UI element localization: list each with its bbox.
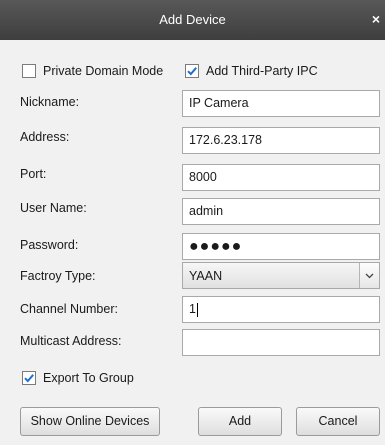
dialog-title: Add Device: [159, 12, 226, 27]
private-domain-label: Private Domain Mode: [43, 64, 164, 78]
add-button[interactable]: Add: [198, 407, 282, 436]
private-domain-checkbox[interactable]: [22, 64, 36, 78]
export-to-group-label: Export To Group: [43, 371, 134, 385]
cancel-button[interactable]: Cancel: [296, 407, 380, 436]
factory-type-label: Factroy Type:: [20, 269, 96, 283]
factory-type-value: YAAN: [189, 269, 223, 283]
nickname-label: Nickname:: [20, 95, 80, 109]
channel-number-field[interactable]: 1: [182, 296, 380, 323]
multicast-address-label: Multicast Address:: [20, 334, 122, 348]
address-label: Address:: [20, 130, 70, 144]
chevron-down-icon[interactable]: [359, 263, 379, 288]
checkmark-icon: [187, 67, 197, 76]
export-to-group-checkbox[interactable]: [22, 371, 36, 385]
add-device-dialog: Add Device × Private Domain Mode Add Thi…: [0, 0, 385, 445]
username-field[interactable]: admin: [182, 198, 380, 225]
password-label: Password:: [20, 238, 79, 252]
password-mask: ●●●●●: [189, 238, 243, 255]
close-icon[interactable]: ×: [369, 12, 383, 26]
password-field[interactable]: ●●●●●: [182, 233, 380, 260]
third-party-label: Add Third-Party IPC: [206, 64, 318, 78]
address-field[interactable]: 172.6.23.178: [182, 127, 380, 154]
port-label: Port:: [20, 167, 47, 181]
third-party-option[interactable]: Add Third-Party IPC: [185, 64, 318, 78]
private-domain-option[interactable]: Private Domain Mode: [22, 64, 163, 78]
checkmark-icon: [24, 374, 34, 383]
channel-number-label: Channel Number:: [20, 302, 118, 316]
export-to-group-option[interactable]: Export To Group: [22, 371, 134, 385]
username-label: User Name:: [20, 201, 87, 215]
nickname-field[interactable]: IP Camera: [182, 90, 380, 117]
channel-number-value: 1: [189, 302, 196, 316]
port-field[interactable]: 8000: [182, 164, 380, 191]
title-bar: Add Device ×: [0, 0, 385, 40]
multicast-address-field[interactable]: [182, 329, 380, 356]
third-party-checkbox[interactable]: [185, 64, 199, 78]
text-caret: [196, 302, 198, 317]
factory-type-select[interactable]: YAAN: [182, 262, 380, 289]
show-online-devices-button[interactable]: Show Online Devices: [20, 407, 160, 436]
